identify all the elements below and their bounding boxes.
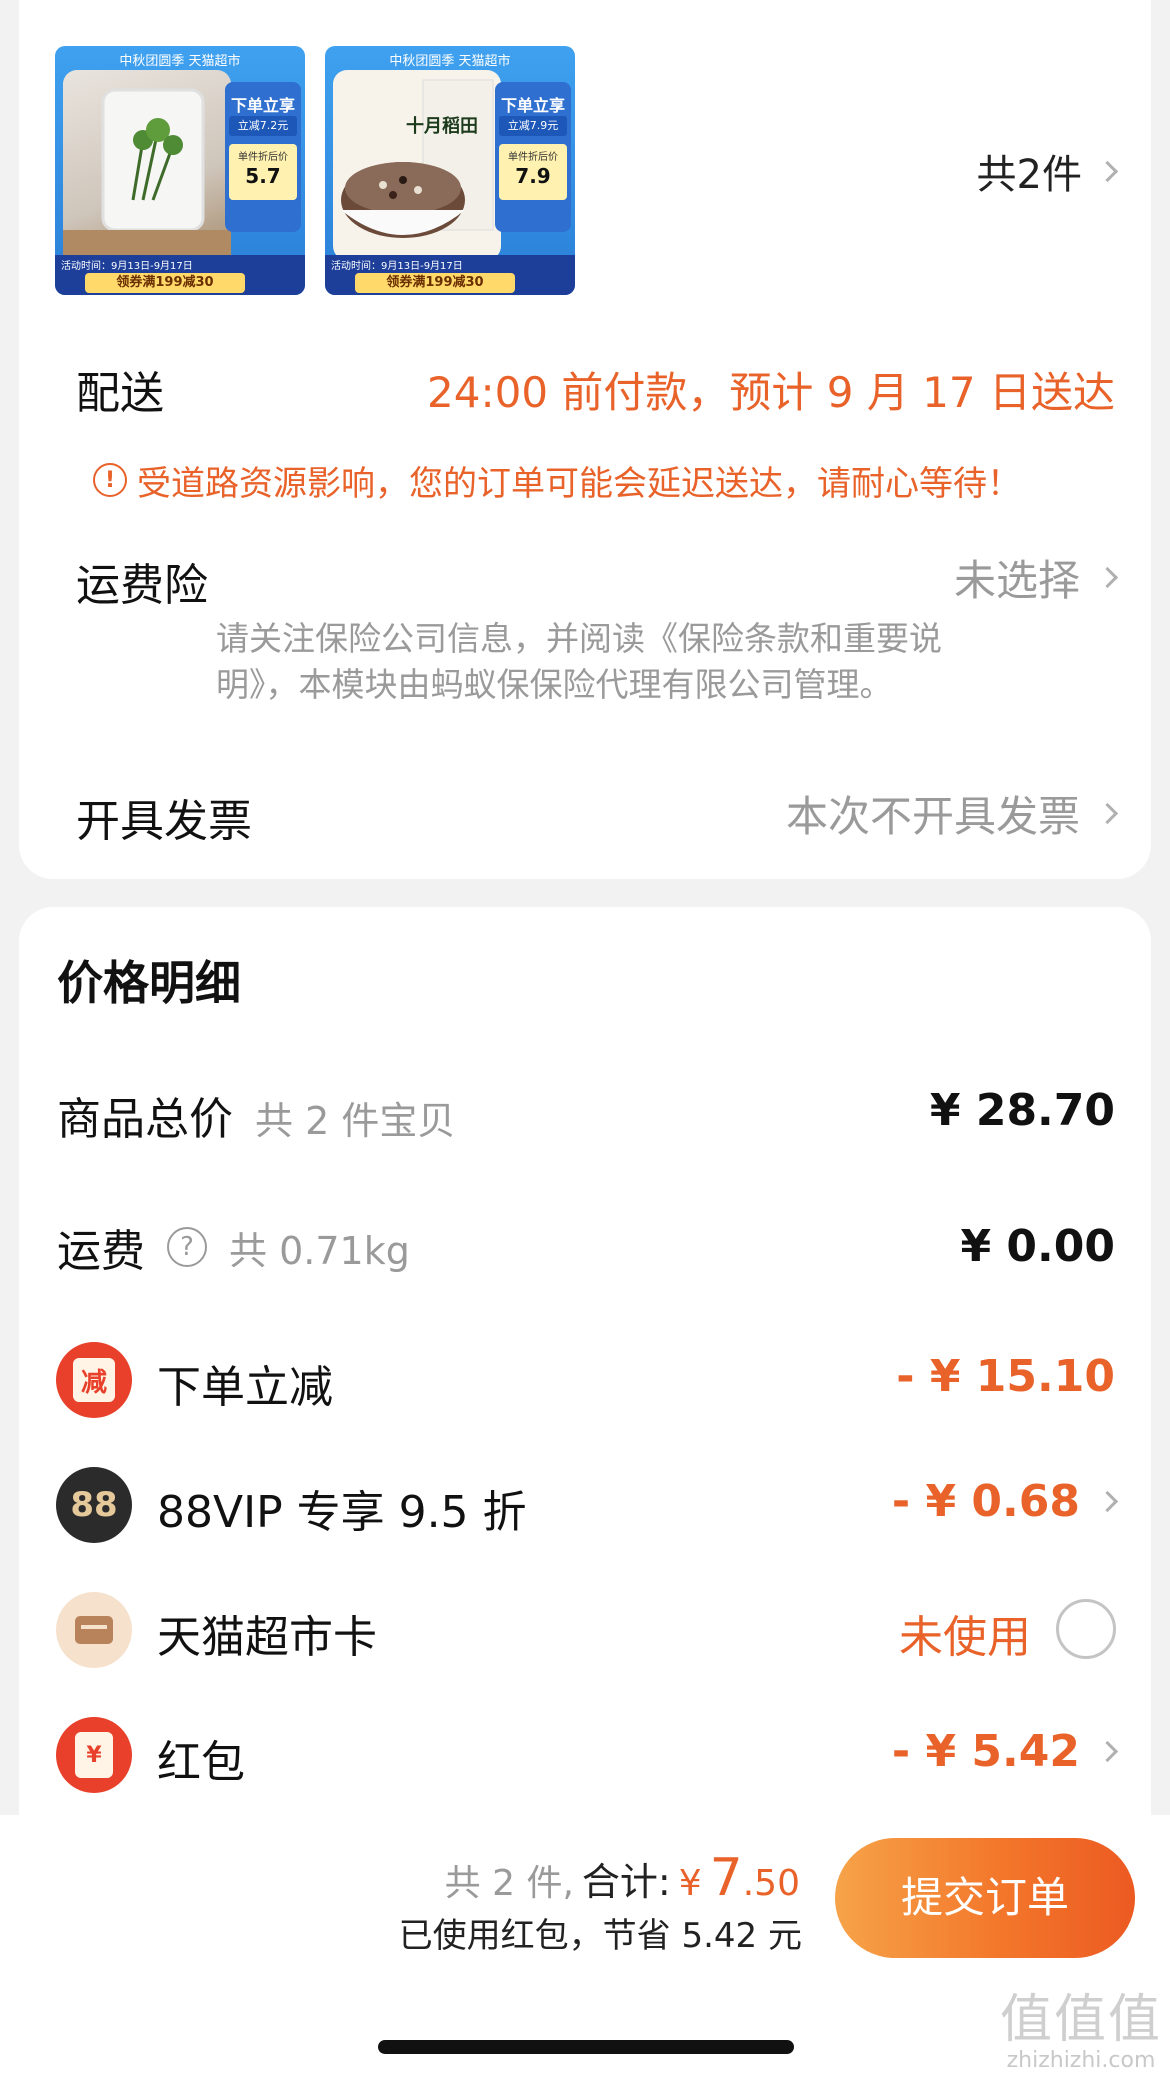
badge-discount: 立减7.9元	[499, 116, 567, 136]
red-packet-label: 红包	[157, 1737, 245, 1788]
thumbnail-banner-text: 中秋团圆季 天猫超市	[119, 54, 241, 69]
instant-discount-value: - ¥ 15.10	[896, 1351, 1115, 1402]
insurance-description-line1: 请关注保险公司信息，并阅读《保险条款和重要说	[216, 619, 942, 658]
red-packet-glyph: ¥	[75, 1732, 113, 1778]
badge-price-value: 5.7	[245, 164, 281, 188]
home-indicator	[378, 2040, 794, 2054]
shipping-insurance-label: 运费险	[76, 560, 208, 611]
tmall-card-label: 天猫超市卡	[157, 1612, 377, 1663]
chevron-right-icon	[1096, 802, 1119, 824]
order-total: 共 2 件, 合计: ¥ 7 .50	[445, 1848, 800, 1908]
tmall-card-radio[interactable]	[1056, 1599, 1116, 1659]
chevron-right-icon	[1096, 1740, 1119, 1762]
shipping-fee-sub: 共 0.71kg	[229, 1228, 410, 1273]
badge-discount: 立减7.2元	[229, 116, 297, 136]
invoice-selector[interactable]: 本次不开具发票	[785, 785, 1119, 841]
delivery-notice: ! 受道路资源影响，您的订单可能会延迟送达，请耐心等待！	[93, 455, 1021, 505]
chevron-right-icon	[1096, 1490, 1119, 1512]
goods-total-sub: 共 2 件宝贝	[255, 1099, 456, 1143]
coupon-text: 领券满199减30	[85, 273, 245, 293]
shipping-fee-label: 运费	[57, 1226, 145, 1277]
badge-price-value: 7.9	[515, 164, 551, 188]
tmall-card-value: 未使用	[899, 1612, 1031, 1663]
help-question-icon[interactable]: ?	[167, 1227, 207, 1267]
activity-time: 活动时间：9月13日-9月17日	[61, 261, 193, 272]
rice-product-image: 十月稻田	[333, 70, 501, 260]
summary-currency: ¥	[678, 1863, 702, 1904]
wallet-card-icon	[56, 1592, 132, 1668]
red-packet-link[interactable]: - ¥ 5.42	[891, 1723, 1119, 1779]
vip-discount-value: - ¥ 0.68	[891, 1475, 1080, 1527]
site-watermark: 值值值 zhizhizhi.com	[999, 1989, 1162, 2073]
goods-total-row: 商品总价 共 2 件宝贝	[57, 1083, 455, 1145]
price-details-title: 价格明细	[57, 956, 241, 1010]
discount-coupon-icon: 减	[56, 1342, 132, 1418]
red-packet-value: - ¥ 5.42	[891, 1725, 1080, 1777]
thumbnail-footer: 活动时间：9月13日-9月17日 领券满199减30	[55, 255, 305, 295]
rice-bowl-graphic	[341, 79, 494, 238]
product-thumbnail-mirror[interactable]: 中秋团圆季 天猫超市 下单立享 立减7.2元 单件折后价 5.7 活动时间：9月…	[55, 46, 305, 295]
goods-total-value: ¥ 28.70	[929, 1085, 1115, 1136]
red-packet-icon: ¥	[56, 1717, 132, 1793]
badge-title: 下单立享	[500, 96, 565, 115]
insurance-description-line2: 明》，本模块由蚂蚁保保险代理有限公司管理。	[216, 665, 893, 704]
thumbnail-footer: 活动时间：9月13日-9月17日 领券满199减30	[325, 255, 575, 295]
summary-savings: 已使用红包，节省 5.42 元	[398, 1916, 802, 1956]
summary-item-count: 共 2 件,	[444, 1863, 574, 1904]
item-count-text: 共2件	[976, 152, 1082, 198]
mirror-plant-graphic	[63, 88, 231, 260]
vip-discount-link[interactable]: - ¥ 0.68	[891, 1473, 1119, 1529]
vip-discount-label: 88VIP 专享 9.5 折	[157, 1487, 527, 1538]
instant-discount-label: 下单立减	[157, 1362, 333, 1413]
badge-price-box: 单件折后价 5.7	[229, 144, 297, 200]
thumbnail-banner-text: 中秋团圆季 天猫超市	[389, 54, 511, 69]
watermark-url: zhizhizhi.com	[1006, 2047, 1156, 2073]
shipping-fee-value: ¥ 0.00	[960, 1221, 1116, 1272]
mirror-product-image	[63, 70, 231, 260]
goods-total-label: 商品总价	[57, 1094, 233, 1145]
warning-info-icon: !	[93, 463, 127, 497]
activity-time: 活动时间：9月13日-9月17日	[331, 261, 463, 272]
rice-product-name: 十月稻田	[406, 116, 478, 137]
insurance-description[interactable]: 请关注保险公司信息，并阅读《保险条款和重要说 明》，本模块由蚂蚁保保险代理有限公…	[216, 616, 1096, 708]
price-details-card: 价格明细 商品总价 共 2 件宝贝 ¥ 28.70 运费 ? 共 0.71kg …	[19, 907, 1151, 1827]
invoice-label: 开具发票	[76, 796, 252, 847]
summary-total-label: 合计:	[581, 1860, 671, 1904]
badge-title: 下单立享	[230, 96, 295, 115]
item-count-link[interactable]: 共2件	[977, 146, 1119, 198]
shipping-insurance-selector[interactable]: 未选择	[953, 549, 1119, 605]
vip-88-icon: 88	[56, 1467, 132, 1543]
price-badge: 下单立享 立减7.2元 单件折后价 5.7	[225, 82, 301, 232]
shipping-fee-row: 运费 ? 共 0.71kg	[57, 1219, 410, 1277]
order-info-card: 中秋团圆季 天猫超市 下单立享 立减7.2元 单件折后价 5.7 活动时间：9月…	[19, 0, 1151, 879]
price-badge: 下单立享 立减7.9元 单件折后价 7.9	[495, 82, 571, 232]
watermark-logo: 值值值	[999, 1989, 1162, 2050]
badge-price-label: 单件折后价	[238, 152, 288, 163]
submit-order-button[interactable]: 提交订单	[835, 1838, 1135, 1958]
chevron-right-icon	[1096, 566, 1119, 588]
shipping-insurance-value: 未选择	[953, 555, 1080, 605]
delivery-notice-text: 受道路资源影响，您的订单可能会延迟送达，请耐心等待！	[137, 463, 1021, 504]
product-thumbnail-rice[interactable]: 中秋团圆季 天猫超市 十月稻田 下单立享 立减7.9元 单件折后价 7.9 活动…	[325, 46, 575, 295]
summary-total-dec: .50	[742, 1863, 800, 1904]
coupon-text: 领券满199减30	[355, 273, 515, 293]
delivery-label: 配送	[76, 368, 164, 419]
badge-price-box: 单件折后价 7.9	[499, 144, 567, 200]
badge-price-label: 单件折后价	[508, 152, 558, 163]
chevron-right-icon	[1096, 160, 1119, 182]
discount-icon-glyph: 减	[73, 1358, 115, 1402]
invoice-value: 本次不开具发票	[785, 791, 1080, 841]
delivery-estimate: 24:00 前付款，预计 9 月 17 日送达	[427, 368, 1115, 417]
summary-total-int: 7	[709, 1848, 743, 1908]
